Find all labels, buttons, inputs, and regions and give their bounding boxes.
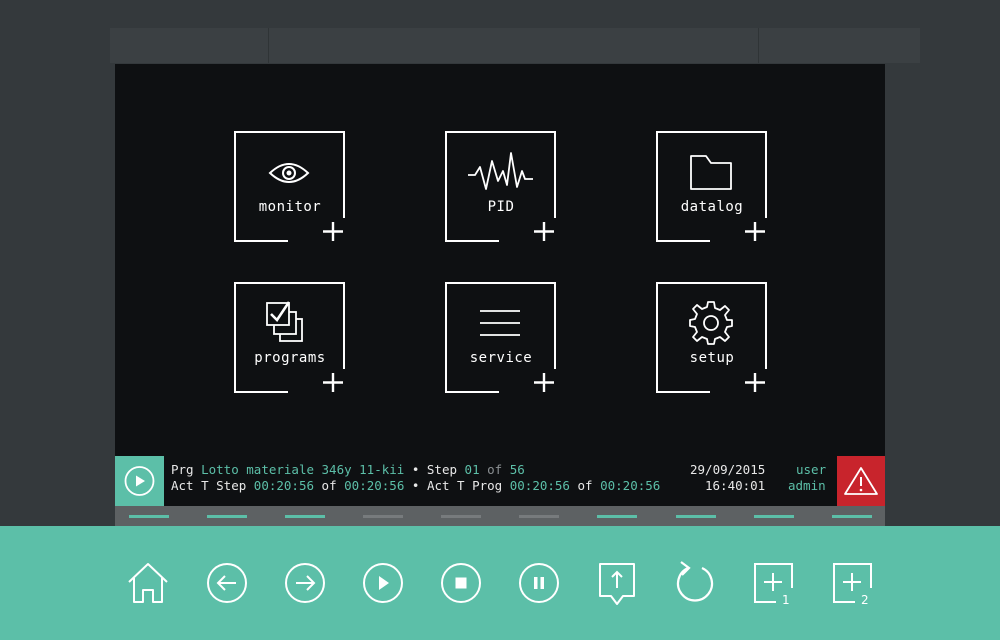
tile-label: PID <box>487 199 515 215</box>
page-indicator[interactable] <box>363 515 403 518</box>
play-circle-icon <box>124 466 155 496</box>
pulse-wave-icon <box>468 152 533 190</box>
list-lines-icon <box>480 310 520 336</box>
status-time: 16:40:01 <box>705 478 766 493</box>
page-indicator[interactable] <box>129 515 169 518</box>
bezel-divider <box>758 28 759 63</box>
tile-monitor[interactable]: monitor <box>234 131 346 243</box>
tile-label: programs <box>254 350 326 366</box>
subscript-1: 1 <box>782 593 790 606</box>
user-value: admin <box>788 478 826 493</box>
act-step-label: Act T Step <box>171 478 247 493</box>
forward-button[interactable] <box>282 560 328 606</box>
step-of: of <box>487 462 503 477</box>
act-step-of: of <box>321 478 337 493</box>
page-indicator-bar <box>115 506 885 526</box>
add-2-icon: 2 <box>833 563 872 607</box>
tile-datalog[interactable]: datalog <box>656 131 768 243</box>
back-arrow-icon <box>207 563 247 603</box>
eye-icon <box>268 163 310 183</box>
subscript-2: 2 <box>861 593 869 606</box>
user-label: user <box>796 462 827 477</box>
page-indicator[interactable] <box>519 515 559 518</box>
program-name: Lotto materiale 346y 11-kii <box>201 462 405 477</box>
tile-label: setup <box>689 350 735 366</box>
status-line-program: Prg Lotto materiale 346y 11-kii • Step 0… <box>171 462 525 477</box>
step-total: 56 <box>509 462 525 477</box>
bullet: • <box>411 478 420 493</box>
add-2-button[interactable]: 2 <box>829 560 875 607</box>
home-button[interactable] <box>125 560 171 606</box>
page-indicator[interactable] <box>676 515 716 518</box>
bezel-top <box>110 28 920 63</box>
act-step-value: 00:20:56 <box>253 478 315 493</box>
bezel-divider <box>268 28 269 63</box>
status-date: 29/09/2015 <box>690 462 766 477</box>
add-1-icon: 1 <box>754 563 793 607</box>
bullet: • <box>411 462 420 477</box>
reset-icon <box>676 561 714 602</box>
step-label: Step <box>426 462 458 477</box>
act-step-total: 00:20:56 <box>344 478 405 493</box>
tile-programs[interactable]: programs <box>234 282 346 394</box>
act-prog-of: of <box>577 478 593 493</box>
step-current: 01 <box>464 462 480 477</box>
page-indicator[interactable] <box>754 515 794 518</box>
tile-label: service <box>469 350 533 366</box>
act-prog-value: 00:20:56 <box>509 478 570 493</box>
pause-icon <box>519 563 559 603</box>
folder-icon <box>690 155 732 190</box>
stacked-checkbox-icon <box>266 301 303 342</box>
page-indicator[interactable] <box>207 515 247 518</box>
status-line-times: Act T Step 00:20:56 of 00:20:56 • Act T … <box>171 478 660 493</box>
status-bar: Prg Lotto materiale 346y 11-kii • Step 0… <box>115 456 885 506</box>
add-1-button[interactable]: 1 <box>750 560 796 607</box>
alert-button[interactable] <box>837 456 885 506</box>
upload-icon <box>599 563 635 605</box>
tile-setup[interactable]: setup <box>656 282 768 394</box>
upload-button[interactable] <box>594 560 640 606</box>
back-button[interactable] <box>204 560 250 606</box>
pause-button[interactable] <box>516 560 562 606</box>
play-button[interactable] <box>360 560 406 606</box>
tile-label: monitor <box>258 199 322 215</box>
act-prog-total: 00:20:56 <box>600 478 661 493</box>
act-prog-label: Act T Prog <box>426 478 503 493</box>
play-icon <box>363 563 403 603</box>
home-icon <box>128 563 168 603</box>
warning-triangle-icon <box>844 467 878 495</box>
stop-icon <box>441 563 481 603</box>
reset-button[interactable] <box>672 560 718 606</box>
gear-icon <box>689 301 733 345</box>
page-indicator[interactable] <box>441 515 481 518</box>
page-indicator[interactable] <box>597 515 637 518</box>
tile-service[interactable]: service <box>445 282 557 394</box>
bottom-toolbar: 1 2 <box>0 526 1000 640</box>
stop-button[interactable] <box>438 560 484 606</box>
prg-label: Prg <box>171 462 194 477</box>
run-button[interactable] <box>115 456 164 506</box>
page-indicator[interactable] <box>285 515 325 518</box>
tile-pid[interactable]: PID <box>445 131 557 243</box>
forward-arrow-icon <box>285 563 325 603</box>
page-indicator[interactable] <box>832 515 872 518</box>
tile-label: datalog <box>680 199 744 215</box>
